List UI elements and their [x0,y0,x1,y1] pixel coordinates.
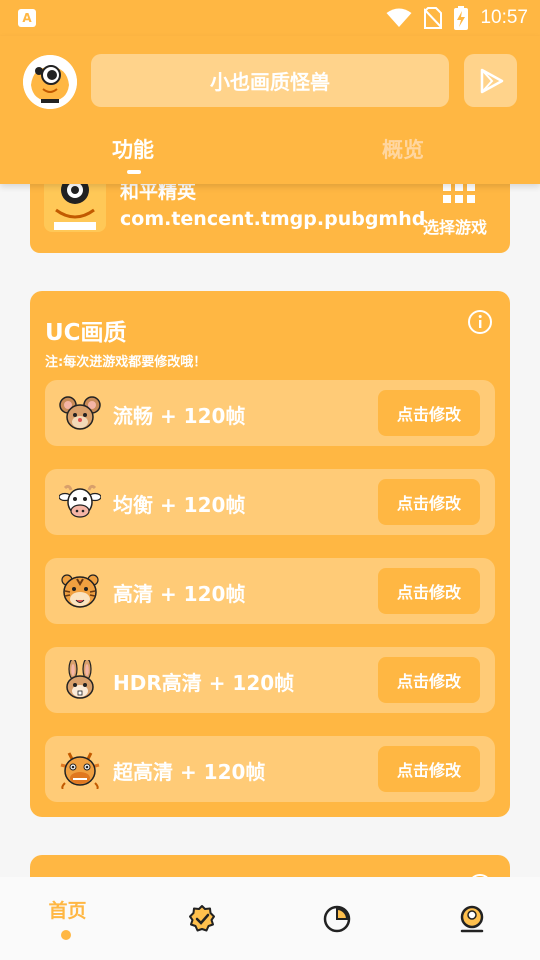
app-notification-icon: A [18,9,36,27]
status-bar: A 10:57 [0,0,540,36]
wifi-icon [386,8,412,27]
modify-button[interactable]: 点击修改 [378,657,480,703]
active-nav-dot [61,930,71,940]
option-label: 高清 + 120帧 [113,582,246,606]
option-label: HDR高清 + 120帧 [113,671,295,695]
modify-button[interactable]: 点击修改 [378,746,480,792]
mouse-icon [59,396,101,430]
nav-item-stats[interactable] [270,877,405,960]
option-row-hd: 高清 + 120帧 点击修改 [45,558,495,624]
option-label: 流畅 + 120帧 [113,404,246,428]
status-time: 10:57 [480,7,528,28]
nav-item-profile[interactable] [405,877,540,960]
info-icon[interactable] [467,309,493,335]
user-icon [460,905,484,933]
dragon-icon [60,752,100,789]
option-label: 超高清 + 120帧 [113,760,266,784]
launch-game-button[interactable] [464,54,517,107]
modify-button[interactable]: 点击修改 [378,479,480,525]
game-package-name: com.tencent.tmgp.pubgmhd [120,208,426,230]
grid-icon[interactable] [443,183,475,203]
uc-quality-card: UC画质 注:每次进游戏都要修改哦！ 流畅 + 120帧 点击修改 均衡 + 1… [30,291,510,817]
option-label: 均衡 + 120帧 [113,493,246,517]
avatar[interactable] [23,55,77,109]
no-sim-icon [424,7,443,29]
battery-charging-icon [454,6,469,30]
rabbit-icon [66,660,94,699]
nav-item-home[interactable]: 首页 [0,877,135,960]
uc-quality-note: 注:每次进游戏都要修改哦！ [45,355,207,370]
tab-overview[interactable]: 概览 [382,134,424,164]
nav-home-label: 首页 [48,900,87,922]
modify-button[interactable]: 点击修改 [378,568,480,614]
nav-item-badge[interactable] [135,877,270,960]
app-title-box[interactable]: 小也画质怪兽 [91,54,449,107]
status-icons: 10:57 [386,6,528,30]
modify-button[interactable]: 点击修改 [378,390,480,436]
uc-quality-title: UC画质 [45,320,127,346]
select-game-button[interactable]: 选择游戏 [423,214,487,238]
badge-check-icon [189,905,215,932]
option-row-balanced: 均衡 + 120帧 点击修改 [45,469,495,535]
pie-chart-icon [323,905,351,933]
tab-function[interactable]: 功能 [112,134,154,164]
tiger-icon [61,574,99,608]
bottom-navigation: 首页 [0,877,540,960]
option-row-hdr: HDR高清 + 120帧 点击修改 [45,647,495,713]
app-header: 小也画质怪兽 功能 概览 [0,36,540,184]
play-icon [480,68,503,93]
option-row-ultra-hd: 超高清 + 120帧 点击修改 [45,736,495,802]
active-tab-indicator [127,170,141,174]
cow-icon [59,484,101,518]
option-row-smooth: 流畅 + 120帧 点击修改 [45,380,495,446]
mascot-icon [23,55,77,109]
